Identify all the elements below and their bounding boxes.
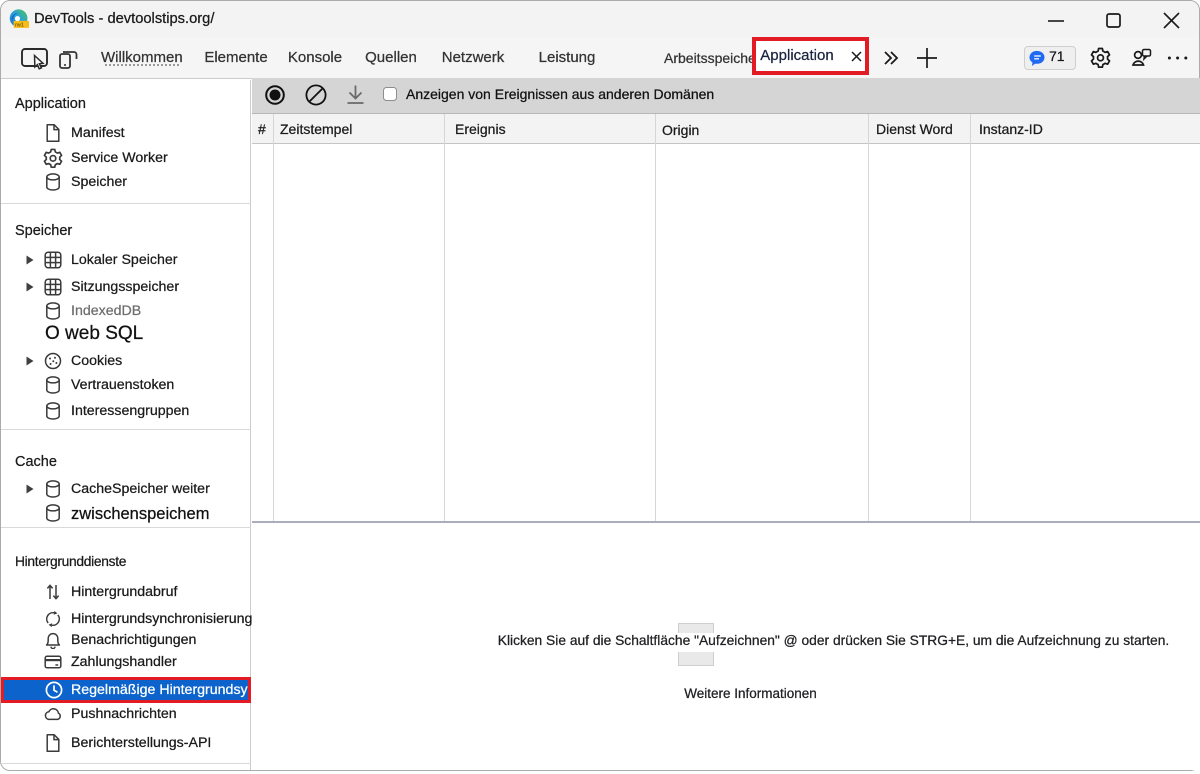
svg-text:rw1: rw1 — [15, 23, 24, 29]
